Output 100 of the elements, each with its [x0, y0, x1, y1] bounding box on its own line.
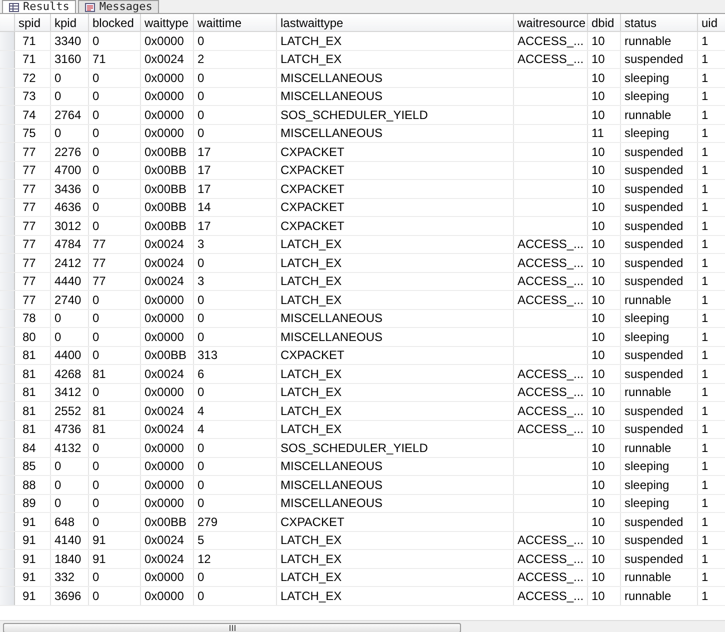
- table-cell: 81: [14, 383, 50, 402]
- table-cell: 5: [193, 531, 276, 550]
- table-cell: suspended: [620, 235, 697, 254]
- table-cell: suspended: [620, 50, 697, 68]
- table-cell: 17: [193, 180, 276, 198]
- row-header[interactable]: [0, 142, 14, 161]
- table-cell: runnable: [620, 568, 697, 586]
- column-header[interactable]: blocked: [88, 14, 140, 32]
- table-cell: 0: [193, 290, 276, 309]
- table-cell: 77: [14, 235, 50, 254]
- table-cell: 1: [697, 309, 725, 328]
- table-cell: 10: [587, 364, 620, 383]
- table-cell: 81: [88, 402, 140, 420]
- table-cell: suspended: [620, 550, 697, 568]
- table-cell: 14: [193, 198, 276, 216]
- document-icon: [85, 2, 96, 12]
- row-header[interactable]: [0, 494, 14, 512]
- row-header[interactable]: [0, 87, 14, 106]
- table-cell: 0: [88, 142, 140, 161]
- row-header[interactable]: [0, 402, 14, 420]
- row-header[interactable]: [0, 161, 14, 180]
- row-header[interactable]: [0, 512, 14, 531]
- table-cell: 0x0000: [140, 68, 193, 87]
- table-cell: 3: [193, 272, 276, 290]
- table-cell: 91: [14, 568, 50, 586]
- row-header[interactable]: [0, 106, 14, 124]
- table-cell: 0: [88, 346, 140, 364]
- table-cell: 4: [193, 420, 276, 438]
- table-cell: 3340: [50, 32, 88, 50]
- row-header[interactable]: [0, 290, 14, 309]
- table-cell: 0x0024: [140, 420, 193, 438]
- row-header[interactable]: [0, 216, 14, 235]
- table-cell: 10: [587, 290, 620, 309]
- table-cell: 0: [193, 494, 276, 512]
- row-header[interactable]: [0, 476, 14, 494]
- row-header[interactable]: [0, 68, 14, 87]
- row-header[interactable]: [0, 198, 14, 216]
- row-header[interactable]: [0, 550, 14, 568]
- row-header[interactable]: [0, 383, 14, 402]
- table-cell: 0: [88, 32, 140, 50]
- table-cell: 0: [88, 216, 140, 235]
- table-cell: 0: [193, 87, 276, 106]
- scrollbar-thumb[interactable]: [3, 623, 461, 632]
- table-cell: 0x0024: [140, 550, 193, 568]
- row-header[interactable]: [0, 50, 14, 68]
- row-header[interactable]: [0, 254, 14, 272]
- table-cell: LATCH_EX: [276, 383, 513, 402]
- row-header[interactable]: [0, 180, 14, 198]
- table-cell: 0: [193, 254, 276, 272]
- column-header[interactable]: waittype: [140, 14, 193, 32]
- table-cell: CXPACKET: [276, 180, 513, 198]
- table-cell: 1: [697, 512, 725, 531]
- table-cell: 0x0000: [140, 438, 193, 457]
- table-cell: sleeping: [620, 124, 697, 142]
- table-cell: 2276: [50, 142, 88, 161]
- column-header[interactable]: kpid: [50, 14, 88, 32]
- row-header[interactable]: [0, 438, 14, 457]
- column-header[interactable]: lastwaittype: [276, 14, 513, 32]
- row-header[interactable]: [0, 420, 14, 438]
- row-header[interactable]: [0, 586, 14, 605]
- table-cell: 81: [14, 346, 50, 364]
- row-header[interactable]: [0, 364, 14, 383]
- tab[interactable]: Results: [2, 0, 76, 13]
- table-cell: 10: [587, 438, 620, 457]
- table-cell: CXPACKET: [276, 346, 513, 364]
- table-cell: 1: [697, 142, 725, 161]
- row-header[interactable]: [0, 568, 14, 586]
- table-cell: 10: [587, 420, 620, 438]
- table-cell: 0: [50, 494, 88, 512]
- table-cell: 0: [88, 457, 140, 476]
- table-cell: 10: [587, 32, 620, 50]
- table-cell: MISCELLANEOUS: [276, 476, 513, 494]
- column-header[interactable]: waitresource: [513, 14, 587, 32]
- row-header[interactable]: [0, 309, 14, 328]
- table-cell: LATCH_EX: [276, 402, 513, 420]
- row-header[interactable]: [0, 328, 14, 346]
- column-header[interactable]: status: [620, 14, 697, 32]
- table-cell: 0x0000: [140, 124, 193, 142]
- row-header[interactable]: [0, 272, 14, 290]
- column-header[interactable]: dbid: [587, 14, 620, 32]
- row-header[interactable]: [0, 457, 14, 476]
- row-header[interactable]: [0, 124, 14, 142]
- table-cell: 71: [88, 50, 140, 68]
- column-header[interactable]: spid: [14, 14, 50, 32]
- column-header[interactable]: waittime: [193, 14, 276, 32]
- table-cell: 3160: [50, 50, 88, 68]
- tab[interactable]: Messages: [78, 0, 160, 13]
- table-cell: 0x00BB: [140, 216, 193, 235]
- table-cell: 1: [697, 364, 725, 383]
- row-header[interactable]: [0, 531, 14, 550]
- table-cell: 0: [193, 438, 276, 457]
- row-header[interactable]: [0, 32, 14, 50]
- row-header[interactable]: [0, 235, 14, 254]
- row-header[interactable]: [0, 346, 14, 364]
- table-cell: 1: [697, 383, 725, 402]
- table-cell: 1: [697, 550, 725, 568]
- table-cell: 3412: [50, 383, 88, 402]
- table-cell: 74: [14, 106, 50, 124]
- column-header[interactable]: uid: [697, 14, 725, 32]
- table-cell: 72: [14, 68, 50, 87]
